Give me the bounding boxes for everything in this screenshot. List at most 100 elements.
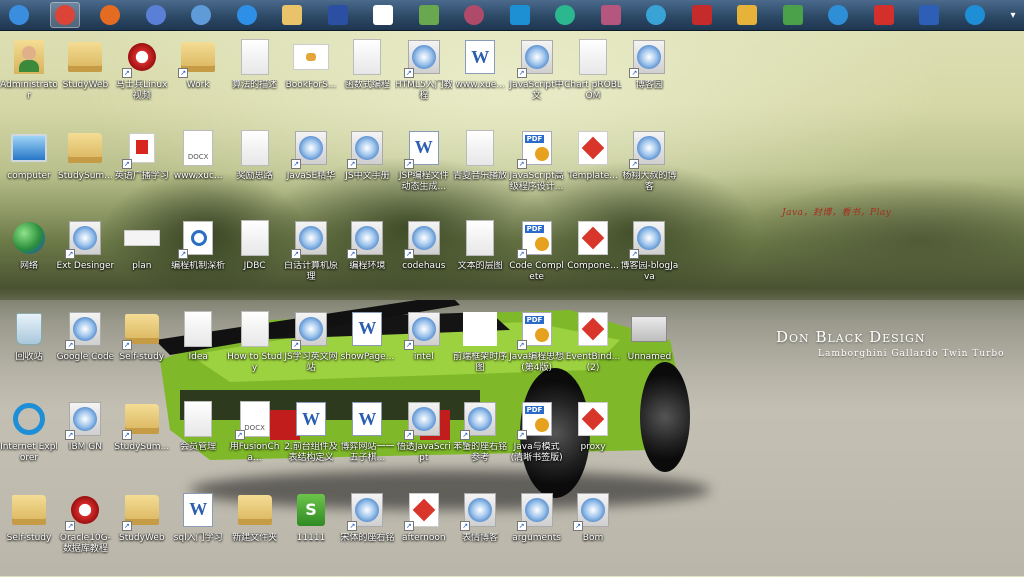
desktop-icon[interactable]: ↗ JS学习英文网站 [283,306,339,396]
desktop-icon[interactable]: ↗ HTML5入门教程 [395,34,453,124]
desktop-icon[interactable]: computer [1,125,57,215]
folder-icon: ↗ [121,400,160,440]
desktop-icon[interactable]: Compone... [565,215,621,305]
shortcut-arrow-icon: ↗ [460,430,471,440]
desktop-icon[interactable]: W ↗ JSP编程文件动态生成... [396,125,452,215]
desktop-icon[interactable]: ↗ JavaSE精华 [283,125,339,215]
desktop-icon[interactable]: ↗ 表情博客 [452,487,508,577]
desktop-icon[interactable]: Wsql入门学习 [170,487,226,577]
folder-icon [67,129,103,167]
desktop-icon[interactable]: Self-study [1,487,57,577]
desktop-icon[interactable]: 会员管理 [170,396,226,486]
shortcut-arrow-icon: ↗ [121,339,132,350]
desktop-icon[interactable]: PDF ↗ Java与模式(清晰书签版) [509,396,565,486]
desktop-icon[interactable]: DOCX ↗ 用FusionCha... [227,396,283,486]
desktop-icon[interactable]: ↗ Ext Desinger [57,215,114,305]
desktop-icon[interactable]: ↗ 编程机制深析 [170,215,226,305]
desktop-icon[interactable]: proxy [565,396,621,486]
desktop-icon[interactable]: ↗ StudySum... [114,396,170,486]
desktop-icon-label: 马士兵Linux视频 [116,80,168,101]
desktop-icon[interactable]: BookForS... [283,34,339,124]
desktop-icon[interactable]: ↗ IBM GN [57,396,113,486]
desktop-icon[interactable]: W 2.前台组件及表结构定义 [283,396,339,486]
desktop-icon-label: 苯蟹的座右铭参考 [453,442,508,463]
desktop-icon-label: 青夏音乐播放 [453,170,508,181]
desktop-icon[interactable]: ↗ codehaus [396,215,452,305]
desktop-icon[interactable]: ↗ Bom [565,487,621,577]
presentation-file-icon [575,129,611,167]
desktop-icon[interactable]: PDF ↗ Code Complete [509,215,565,305]
desktop-icon[interactable]: ↗ Work [170,34,226,124]
text-file-icon [349,38,385,76]
desktop-icon[interactable]: 网络 [1,215,57,305]
safari-shortcut-icon: ↗ [516,491,555,531]
pdf-file-icon: PDF ↗ [516,129,555,169]
desktop-icon[interactable]: ↗ Oracle10G-数据库教程 [57,487,113,577]
desktop-icon[interactable]: ↗ StudyWeb [114,487,170,577]
desktop-icon[interactable]: Chart pROBLOM [564,34,622,124]
desktop-icon[interactable]: PDF ↗ Java编程思想(第4版) [509,306,565,396]
desktop-icon[interactable]: 回收站 [1,306,57,396]
desktop-icon-label: Self-study [119,351,165,362]
desktop-icon[interactable]: plan [114,215,170,305]
desktop-icon[interactable]: WshowPage... [339,306,395,396]
desktop-icon[interactable]: ↗ JS中文手册 [339,125,395,215]
text-file-icon [237,38,273,76]
shortcut-arrow-icon: ↗ [347,158,358,169]
desktop-icon[interactable]: 青夏音乐播放 [452,125,508,215]
shortcut-arrow-icon: ↗ [403,430,414,440]
desktop-icon[interactable]: ↗ Google Code [57,306,114,396]
desktop-icon[interactable]: ↗ 马士兵Linux视频 [114,34,170,124]
desktop-icon[interactable]: 函数式编程 [339,34,395,124]
word-document-icon: W ↗ [403,129,442,169]
desktop-icon[interactable]: JDBC [227,215,283,305]
desktop-icon[interactable]: ↗ 英语广播学习 [114,125,170,215]
desktop-icon-label: Compone... [567,261,619,271]
desktop-icon[interactable]: PDF ↗ JavaScript高级程序设计... [509,125,565,215]
desktop-icon[interactable]: Internet Explorer [0,396,58,486]
desktop-icon[interactable]: DOCX www.xuc... [170,125,226,215]
desktop-icon-label: computer [7,170,51,181]
desktop-icon-label: StudySum... [58,170,113,181]
desktop-icon[interactable]: How to Study [227,306,283,396]
desktop-icon[interactable]: ↗ arguments [509,487,565,577]
desktop-icon[interactable]: ↗ 悟透JavaScript [396,396,452,486]
desktop-icon[interactable]: ↗ 苯蟹的座右铭参考 [452,396,508,486]
desktop-icon[interactable]: 奖励思路 [227,125,283,215]
safari-shortcut-icon: ↗ [291,219,329,259]
desktop-icon[interactable]: Wwww.xue... [452,34,508,124]
shortcut-arrow-icon: ↗ [403,249,414,259]
desktop-icon-label: Bom [582,532,604,543]
desktop-icon[interactable]: Template... [565,125,621,215]
desktop-icon-label: JDBC [243,261,266,271]
desktop-icon[interactable]: 文本的层图 [452,215,508,305]
safari-shortcut-icon: ↗ [347,219,385,259]
desktop-icon[interactable]: StudySum... [57,125,113,215]
desktop-icon[interactable]: ↗ 博客园 [621,34,677,124]
desktop-icon[interactable]: StudyWeb [57,34,113,124]
desktop-icon[interactable]: 新建文件夹 [227,487,283,577]
desktop-icon-label: 悟透JavaScript [396,442,451,463]
desktop-icon[interactable]: ↗ 白话计算机原理 [283,215,339,305]
desktop-icon[interactable]: ↗ JavaScript中文 [509,34,565,124]
desktop-icon[interactable]: ↗ Self-study [114,306,170,396]
desktop-icon[interactable]: ↗ intel [396,306,452,396]
desktop-icon-label: 白话计算机原理 [283,261,338,282]
user-folder-icon [11,38,47,76]
desktop-icon[interactable]: Administrator [0,34,58,124]
desktop-icon[interactable]: Idea [170,306,226,396]
desktop-icon[interactable]: ↗ afternoon [396,487,452,577]
desktop-icon[interactable]: W 博弈网站一一五子棋... [339,396,395,486]
desktop-icon[interactable]: S 11111 [283,487,339,577]
desktop-icon[interactable]: ↗ 编程环境 [339,215,395,305]
desktop-icon[interactable]: ↗ 博客园-blogJava [620,215,678,305]
desktop-icon[interactable]: 算法的描述 [227,34,283,124]
desktop-icon[interactable]: ↗ 杨翔大叔的博客 [621,125,677,215]
text-file-icon [575,38,611,76]
desktop-icon[interactable]: EventBind...(2) [565,306,621,396]
safari-shortcut-icon: ↗ [403,310,442,350]
desktop-icon[interactable]: ↗ 宋体的座右铭 [339,487,395,577]
desktop-icon[interactable]: 前端框架时序图 [452,306,508,396]
desktop-icon-label: 网络 [19,261,38,271]
desktop-icon[interactable]: Unnamed [621,306,677,396]
